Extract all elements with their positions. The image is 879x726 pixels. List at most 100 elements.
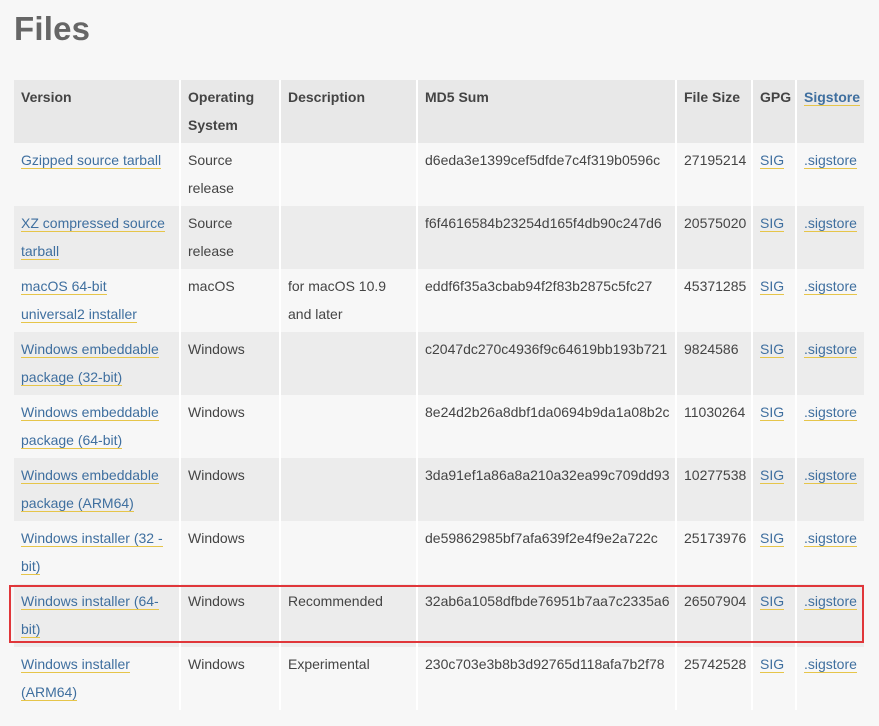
column-header-sigstore: Sigstore [796,80,864,143]
cell-description [280,332,418,395]
cell-md5: 3da91ef1a86a8a210a32ea99c709dd93 [417,458,677,521]
cell-sigstore: .sigstore [796,458,864,521]
files-table: Version Operating System Description MD5… [14,80,864,710]
file-size-text: 27195214 [684,152,747,168]
sigstore-link[interactable]: .sigstore [804,341,857,358]
cell-version: Windows installer (64-bit) [14,584,181,647]
gpg-link[interactable]: SIG [760,593,785,610]
cell-sigstore: .sigstore [796,206,864,269]
cell-file-size: 11030264 [676,395,753,458]
cell-description: for macOS 10.9 and later [280,269,418,332]
file-size-text: 25173976 [684,530,747,546]
column-header-description: Description [280,80,418,143]
cell-md5: de59862985bf7afa639f2e4f9e2a722c [417,521,677,584]
table-row: Gzipped source tarball Source release d6ed… [14,143,864,206]
cell-gpg: SIG [752,206,797,269]
cell-file-size: 9824586 [676,332,753,395]
cell-version: Windows embeddable package (64-bit) [14,395,181,458]
cell-description: Experimental [280,647,418,710]
sigstore-link[interactable]: .sigstore [804,278,857,295]
cell-sigstore: .sigstore [796,269,864,332]
sigstore-link[interactable]: .sigstore [804,593,857,610]
files-page: Files Version Operating System Descripti… [0,0,879,726]
column-header-gpg: GPG [752,80,797,143]
cell-os: Windows [180,521,281,584]
gpg-link[interactable]: SIG [760,278,785,295]
sigstore-link[interactable]: .sigstore [804,152,857,169]
md5-text: c2047dc270c4936f9c64619bb193b721 [425,341,668,357]
column-header-os: Operating System [180,80,281,143]
sigstore-link[interactable]: .sigstore [804,404,857,421]
os-text: Windows [188,404,245,420]
sigstore-link[interactable]: .sigstore [804,656,857,673]
version-link[interactable]: Windows installer (64-bit) [21,593,159,638]
cell-file-size: 27195214 [676,143,753,206]
md5-text: de59862985bf7afa639f2e4f9e2a722c [425,530,658,546]
cell-md5: 8e24d2b26a8dbf1da0694b9da1a08b2c [417,395,677,458]
table-row: Windows embeddable package (ARM64) Window… [14,458,864,521]
version-link[interactable]: Windows embeddable package (64-bit) [21,404,159,449]
cell-sigstore: .sigstore [796,584,864,647]
cell-description: Recommended [280,584,418,647]
cell-sigstore: .sigstore [796,521,864,584]
table-header-row: Version Operating System Description MD5… [14,80,864,143]
table-row: macOS 64-bit universal2 installer macOS fo… [14,269,864,332]
file-size-text: 20575020 [684,215,747,231]
cell-md5: c2047dc270c4936f9c64619bb193b721 [417,332,677,395]
version-link[interactable]: Windows installer (32 -bit) [21,530,163,575]
cell-description [280,143,418,206]
cell-gpg: SIG [752,332,797,395]
cell-description [280,395,418,458]
cell-file-size: 25173976 [676,521,753,584]
cell-gpg: SIG [752,458,797,521]
cell-os: Windows [180,584,281,647]
cell-sigstore: .sigstore [796,143,864,206]
md5-text: d6eda3e1399cef5dfde7c4f319b0596c [425,152,661,168]
version-link[interactable]: Windows installer (ARM64) [21,656,130,701]
file-size-text: 25742528 [684,656,747,672]
cell-md5: eddf6f35a3cbab94f2f83b2875c5fc27 [417,269,677,332]
cell-md5: 230c703e3b8b3d92765d118afa7b2f78 [417,647,677,710]
cell-version: Windows embeddable package (32-bit) [14,332,181,395]
sigstore-link[interactable]: .sigstore [804,467,857,484]
sigstore-header-link[interactable]: Sigstore [804,89,861,106]
file-size-text: 26507904 [684,593,747,609]
gpg-link[interactable]: SIG [760,341,785,358]
table-row: XZ compressed source tarball Source relea… [14,206,864,269]
version-link[interactable]: XZ compressed source tarball [21,215,165,260]
os-text: Windows [188,467,245,483]
sigstore-link[interactable]: .sigstore [804,530,857,547]
gpg-link[interactable]: SIG [760,530,785,547]
cell-gpg: SIG [752,269,797,332]
cell-file-size: 25742528 [676,647,753,710]
column-header-md5: MD5 Sum [417,80,677,143]
version-link[interactable]: Gzipped source tarball [21,152,162,169]
file-size-text: 45371285 [684,278,747,294]
gpg-link[interactable]: SIG [760,656,785,673]
md5-text: 3da91ef1a86a8a210a32ea99c709dd93 [425,467,670,483]
gpg-link[interactable]: SIG [760,467,785,484]
table-row: Windows installer (64-bit) Windows Recomme… [14,584,864,647]
gpg-link[interactable]: SIG [760,152,785,169]
md5-text: eddf6f35a3cbab94f2f83b2875c5fc27 [425,278,653,294]
cell-version: Windows installer (32 -bit) [14,521,181,584]
os-text: Source release [188,215,234,259]
md5-text: 32ab6a1058dfbde76951b7aa7c2335a6 [425,593,670,609]
version-link[interactable]: Windows embeddable package (32-bit) [21,341,159,386]
os-text: Windows [188,530,245,546]
files-heading: Files [14,10,91,47]
cell-sigstore: .sigstore [796,332,864,395]
cell-file-size: 45371285 [676,269,753,332]
gpg-link[interactable]: SIG [760,215,785,232]
version-link[interactable]: macOS 64-bit universal2 installer [21,278,137,323]
os-text: Windows [188,593,245,609]
os-text: macOS [188,278,235,294]
sigstore-link[interactable]: .sigstore [804,215,857,232]
cell-os: Windows [180,332,281,395]
cell-md5: d6eda3e1399cef5dfde7c4f319b0596c [417,143,677,206]
cell-os: macOS [180,269,281,332]
table-row: Windows embeddable package (64-bit) Windo… [14,395,864,458]
version-link[interactable]: Windows embeddable package (ARM64) [21,467,159,512]
gpg-link[interactable]: SIG [760,404,785,421]
cell-sigstore: .sigstore [796,395,864,458]
